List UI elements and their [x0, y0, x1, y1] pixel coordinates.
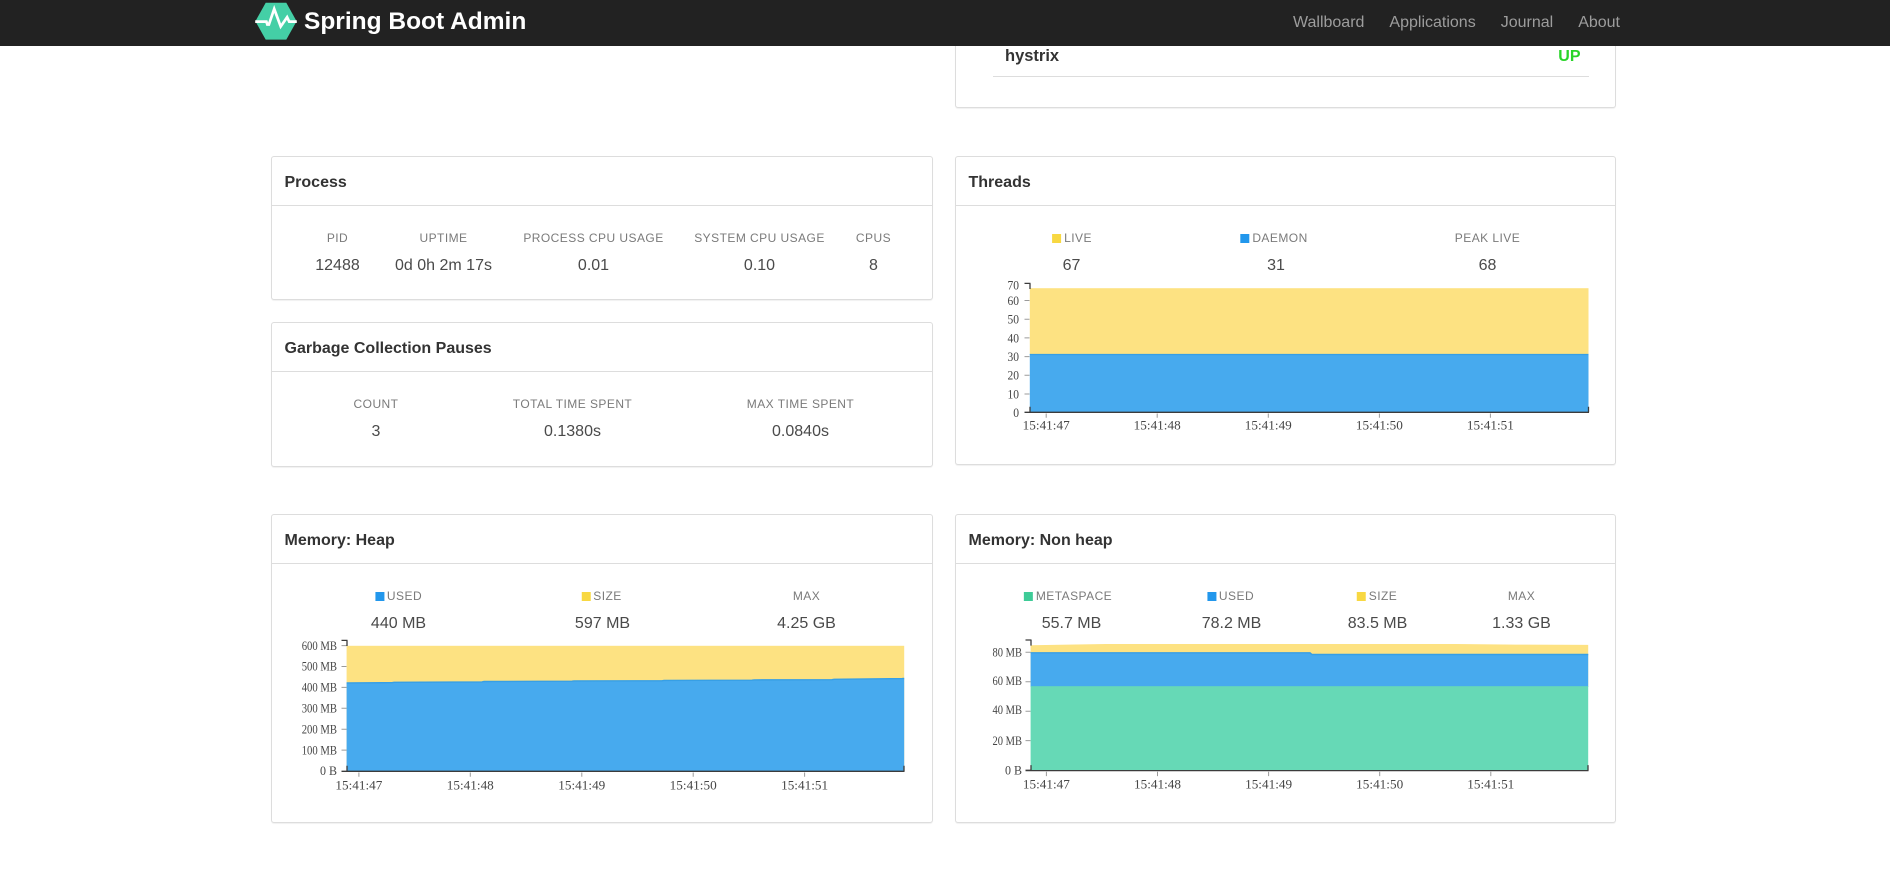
svg-text:15:41:48: 15:41:48 [1134, 418, 1181, 433]
svg-text:10: 10 [1008, 386, 1020, 401]
svg-text:300 MB: 300 MB [302, 701, 338, 716]
svg-text:500 MB: 500 MB [302, 659, 338, 674]
svg-text:15:41:47: 15:41:47 [335, 777, 382, 792]
svg-text:600 MB: 600 MB [302, 638, 338, 653]
svg-text:50: 50 [1008, 312, 1020, 327]
svg-text:0: 0 [1013, 405, 1019, 420]
svg-text:15:41:50: 15:41:50 [1356, 418, 1403, 433]
svg-text:15:41:48: 15:41:48 [1134, 777, 1181, 792]
svg-text:40 MB: 40 MB [993, 702, 1023, 717]
svg-text:15:41:47: 15:41:47 [1023, 777, 1070, 792]
svg-text:30: 30 [1008, 349, 1020, 364]
svg-text:15:41:50: 15:41:50 [670, 777, 717, 792]
svg-text:0 B: 0 B [1005, 762, 1022, 777]
svg-text:60: 60 [1008, 293, 1020, 308]
svg-text:200 MB: 200 MB [302, 721, 338, 736]
svg-text:80 MB: 80 MB [993, 644, 1023, 659]
svg-text:20 MB: 20 MB [993, 733, 1023, 748]
svg-text:15:41:49: 15:41:49 [1245, 418, 1292, 433]
svg-text:60 MB: 60 MB [993, 673, 1023, 688]
svg-text:0 B: 0 B [320, 763, 337, 778]
svg-text:400 MB: 400 MB [302, 680, 338, 695]
svg-text:100 MB: 100 MB [302, 742, 338, 757]
svg-text:15:41:51: 15:41:51 [1467, 418, 1514, 433]
svg-text:15:41:48: 15:41:48 [447, 777, 494, 792]
svg-text:20: 20 [1008, 368, 1020, 383]
svg-text:15:41:47: 15:41:47 [1023, 418, 1070, 433]
svg-text:70: 70 [1008, 278, 1020, 293]
svg-text:15:41:50: 15:41:50 [1356, 777, 1403, 792]
svg-text:15:41:49: 15:41:49 [1245, 777, 1292, 792]
svg-text:15:41:49: 15:41:49 [558, 777, 605, 792]
svg-text:15:41:51: 15:41:51 [781, 777, 828, 792]
svg-text:15:41:51: 15:41:51 [1467, 777, 1514, 792]
svg-text:40: 40 [1008, 330, 1020, 345]
